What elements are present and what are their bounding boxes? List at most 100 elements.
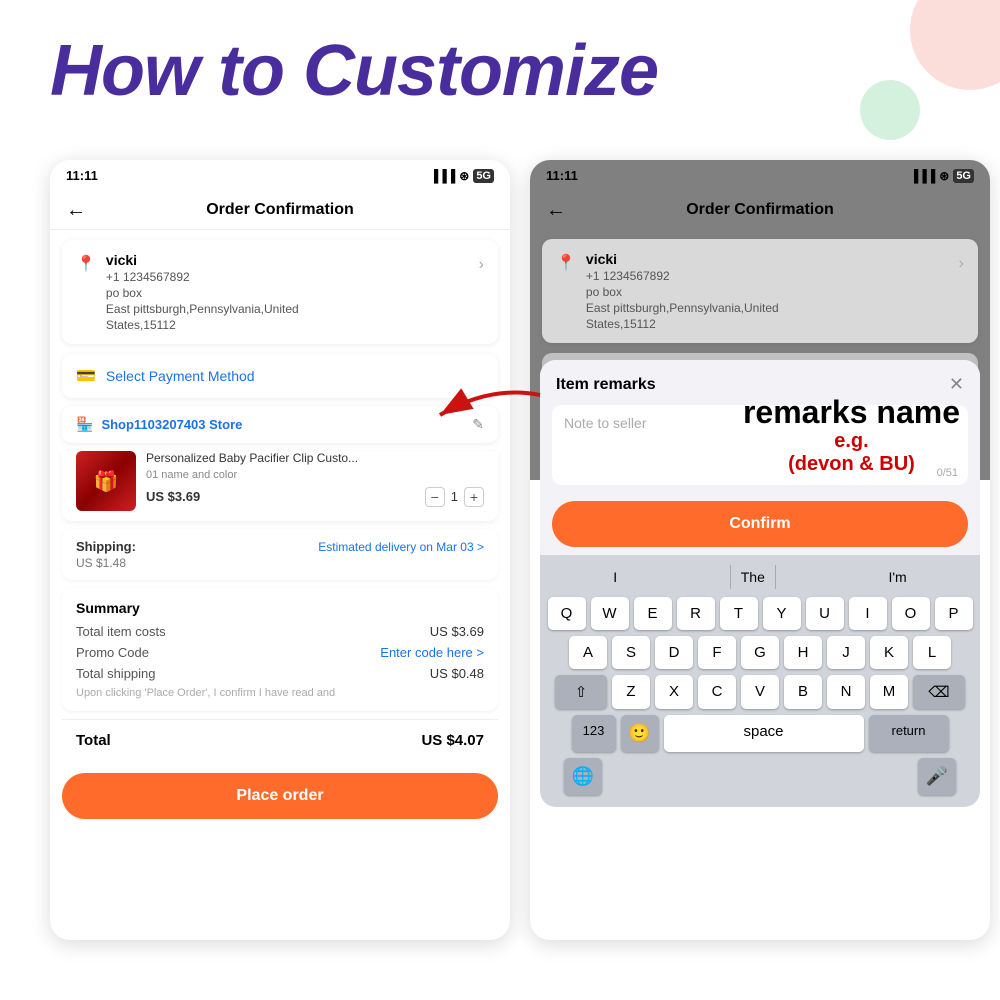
signal-icon-right: ▐▐▐: [910, 169, 936, 183]
key-u[interactable]: U: [806, 597, 844, 630]
status-bar-left: 11:11 ▐▐▐ ⊛ 5G: [50, 160, 510, 191]
location-icon: 📍: [76, 254, 96, 274]
address-phone-right: +1 1234567892: [586, 269, 949, 283]
key-e[interactable]: E: [634, 597, 672, 630]
total-value: US $4.07: [421, 732, 484, 749]
product-image: 🎁: [76, 451, 136, 511]
store-name: Shop1103207403 Store: [101, 417, 464, 432]
key-f[interactable]: F: [698, 636, 736, 669]
key-k[interactable]: K: [870, 636, 908, 669]
key-backspace[interactable]: ⌫: [913, 675, 965, 709]
key-shift[interactable]: ⇧: [555, 675, 607, 709]
shipping-cost: US $1.48: [76, 556, 484, 570]
shipping-total-value: US $0.48: [430, 666, 484, 681]
summary-note: Upon clicking 'Place Order', I confirm I…: [76, 687, 484, 699]
wifi-icon-right: ⊛: [939, 169, 949, 183]
address-city: East pittsburgh,Pennsylvania,United: [106, 302, 469, 316]
key-d[interactable]: D: [655, 636, 693, 669]
shipping-label: Shipping:: [76, 539, 136, 554]
key-r[interactable]: R: [677, 597, 715, 630]
annotation-name: remarks name: [743, 395, 960, 430]
key-j[interactable]: J: [827, 636, 865, 669]
key-x[interactable]: X: [655, 675, 693, 709]
address-card[interactable]: 📍 vicki +1 1234567892 po box East pittsb…: [62, 240, 498, 344]
key-w[interactable]: W: [591, 597, 629, 630]
key-numbers[interactable]: 123: [572, 715, 616, 752]
promo-label: Promo Code: [76, 645, 149, 660]
store-icon: 🏪: [76, 416, 93, 433]
key-emoji[interactable]: 🙂: [621, 715, 659, 752]
summary-shipping: Total shipping US $0.48: [76, 666, 484, 681]
key-h[interactable]: H: [784, 636, 822, 669]
remarks-title: Item remarks: [556, 376, 656, 394]
address-name: vicki: [106, 252, 469, 268]
place-order-button[interactable]: Place order: [62, 773, 498, 819]
payment-icon: 💳: [76, 366, 96, 386]
summary-promo[interactable]: Promo Code Enter code here >: [76, 645, 484, 660]
key-t[interactable]: T: [720, 597, 758, 630]
summary-title: Summary: [76, 600, 484, 616]
status-time-left: 11:11: [66, 168, 98, 183]
keyboard-row-2: A S D F G H J K L: [544, 636, 976, 669]
key-q[interactable]: Q: [548, 597, 586, 630]
summary-item-label: Total item costs: [76, 624, 166, 639]
suggestion-i[interactable]: I: [603, 565, 627, 589]
key-mic[interactable]: 🎤: [918, 758, 956, 795]
key-v[interactable]: V: [741, 675, 779, 709]
key-l[interactable]: L: [913, 636, 951, 669]
spacer: [660, 758, 860, 795]
address-pobox: po box: [106, 286, 469, 300]
total-bar: Total US $4.07: [62, 719, 498, 761]
qty-increase[interactable]: +: [464, 487, 484, 507]
key-m[interactable]: M: [870, 675, 908, 709]
key-z[interactable]: Z: [612, 675, 650, 709]
suggestion-the[interactable]: The: [730, 565, 776, 589]
key-globe[interactable]: 🌐: [564, 758, 602, 795]
network-icon-right: 5G: [953, 169, 974, 183]
back-arrow-right[interactable]: ←: [546, 199, 566, 222]
total-label: Total: [76, 732, 111, 749]
keyboard-suggestions: I The I'm: [544, 561, 976, 597]
confirm-button[interactable]: Confirm: [552, 501, 968, 547]
address-zip-right: States,15112: [586, 317, 949, 331]
remarks-close-button[interactable]: ✕: [949, 374, 964, 395]
bg-circle-pink: [910, 0, 1000, 90]
status-time-right: 11:11: [546, 168, 578, 183]
key-g[interactable]: G: [741, 636, 779, 669]
summary-card: Summary Total item costs US $3.69 Promo …: [62, 588, 498, 711]
key-a[interactable]: A: [569, 636, 607, 669]
keyboard-row-1: Q W E R T Y U I O P: [544, 597, 976, 630]
phone-header-left: ← Order Confirmation: [50, 191, 510, 230]
summary-item-costs: Total item costs US $3.69: [76, 624, 484, 639]
key-b[interactable]: B: [784, 675, 822, 709]
key-i[interactable]: I: [849, 597, 887, 630]
key-s[interactable]: S: [612, 636, 650, 669]
key-c[interactable]: C: [698, 675, 736, 709]
qty-decrease[interactable]: −: [425, 487, 445, 507]
key-o[interactable]: O: [892, 597, 930, 630]
keyboard-row-5: 🌐 🎤: [544, 758, 976, 795]
key-space[interactable]: space: [664, 715, 864, 752]
key-return[interactable]: return: [869, 715, 949, 752]
phone-left: 11:11 ▐▐▐ ⊛ 5G ← Order Confirmation 📍 vi…: [50, 160, 510, 940]
address-phone: +1 1234567892: [106, 270, 469, 284]
address-chevron: ›: [479, 256, 484, 274]
phone-header-right: ← Order Confirmation: [530, 191, 990, 229]
shipping-total-label: Total shipping: [76, 666, 156, 681]
address-pobox-right: po box: [586, 285, 949, 299]
promo-value: Enter code here >: [380, 645, 484, 660]
key-y[interactable]: Y: [763, 597, 801, 630]
keyboard-row-4: 123 🙂 space return: [544, 715, 976, 752]
address-chevron-right: ›: [959, 255, 964, 273]
remarks-modal: Item remarks ✕ Note to seller 0/51 remar…: [540, 360, 980, 807]
address-zip: States,15112: [106, 318, 469, 332]
shipping-row: Shipping: Estimated delivery on Mar 03 >…: [62, 529, 498, 580]
back-arrow-left[interactable]: ←: [66, 199, 86, 222]
status-icons-left: ▐▐▐ ⊛ 5G: [430, 169, 494, 183]
suggestion-im[interactable]: I'm: [878, 565, 916, 589]
remarks-input-container: Note to seller 0/51 remarks name e.g. (d…: [540, 405, 980, 485]
key-n[interactable]: N: [827, 675, 865, 709]
shipping-top: Shipping: Estimated delivery on Mar 03 >: [76, 539, 484, 554]
address-content: vicki +1 1234567892 po box East pittsbur…: [106, 252, 469, 332]
key-p[interactable]: P: [935, 597, 973, 630]
